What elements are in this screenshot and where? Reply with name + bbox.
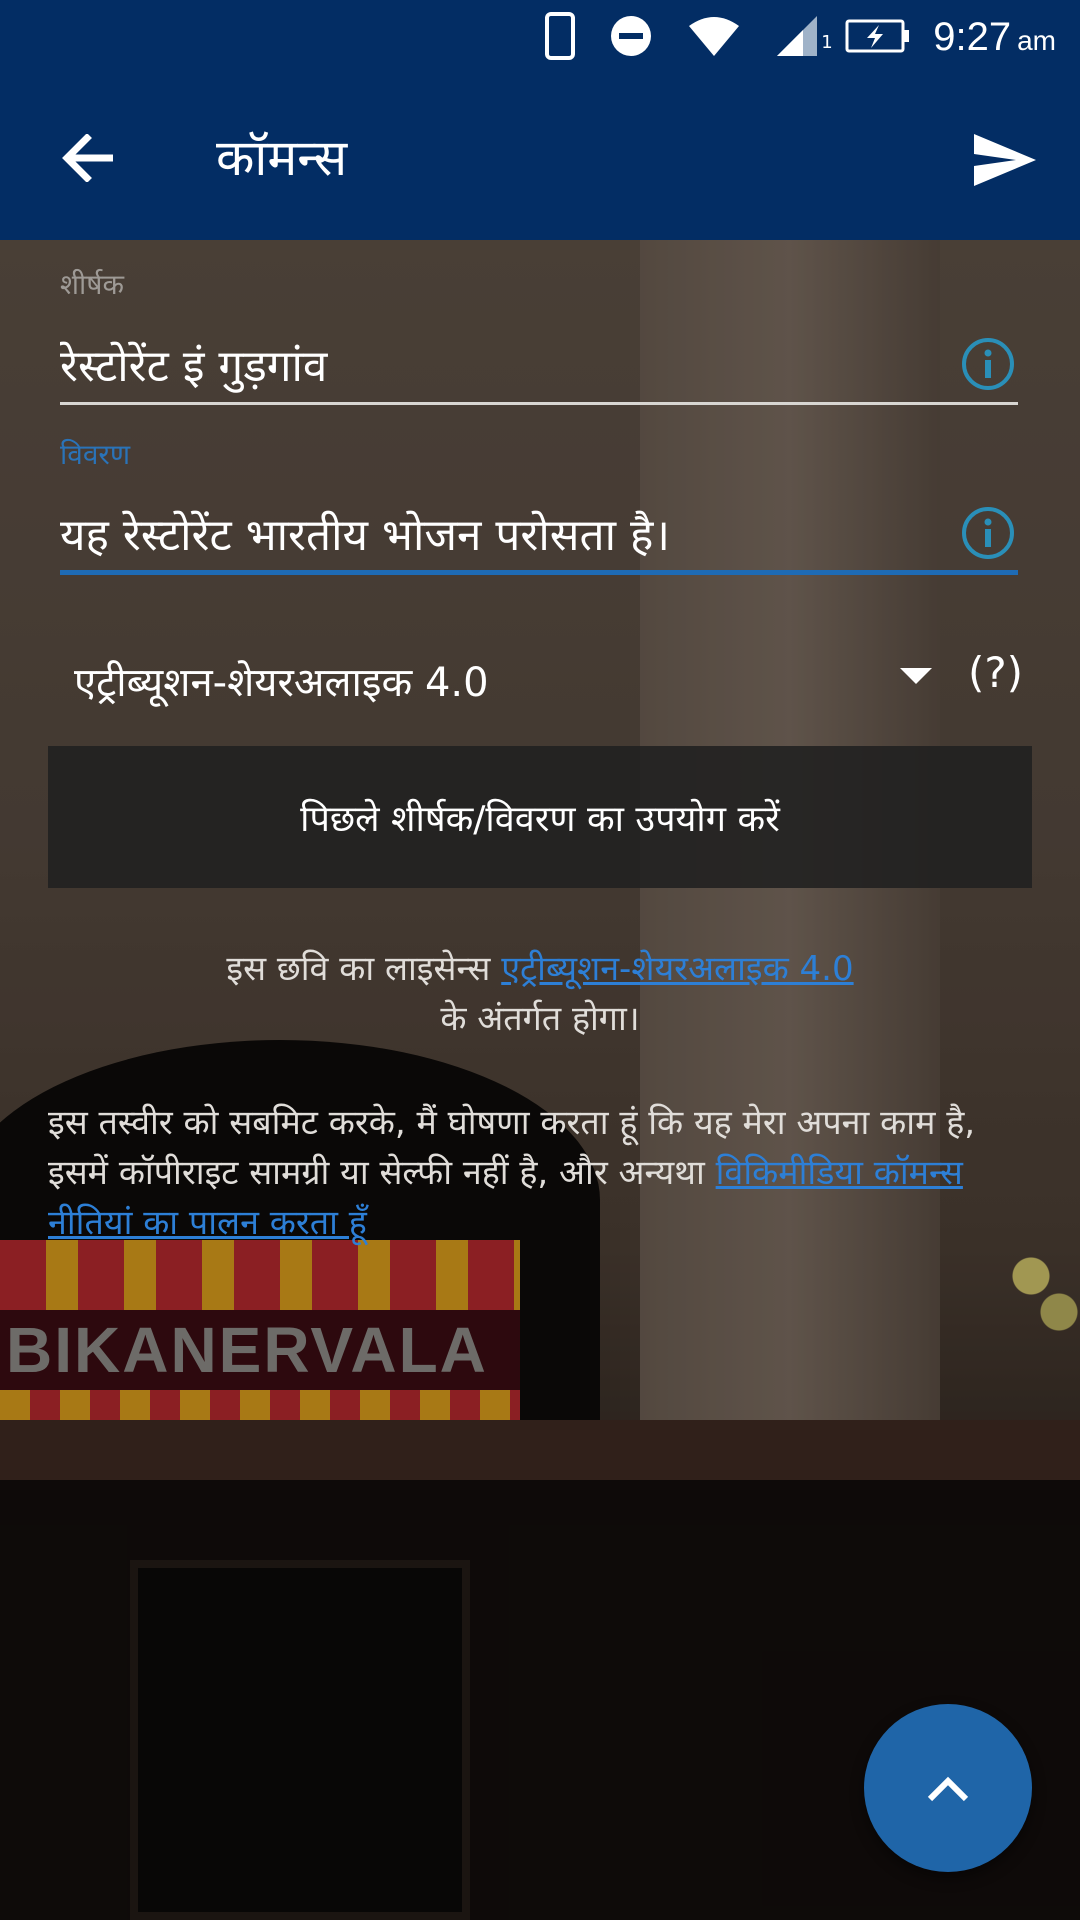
arrow-left-icon <box>62 134 113 182</box>
dropdown-arrow-icon <box>900 668 932 684</box>
license-note: इस छवि का लाइसेन्स एट्रीब्यूशन-शेयरअलाइक… <box>60 944 1020 1044</box>
license-help-button[interactable]: (?) <box>968 648 1023 697</box>
license-note-suffix: के अंतर्गत होगा। <box>440 999 640 1039</box>
description-label: विवरण <box>60 438 131 471</box>
description-input[interactable] <box>60 495 1018 575</box>
sim-slot-label: 1 <box>821 31 833 53</box>
dnd-icon <box>609 14 653 62</box>
back-button[interactable] <box>44 115 130 201</box>
app-bar: कॉमन्स <box>0 75 1080 240</box>
expand-fab[interactable] <box>864 1704 1032 1872</box>
send-button[interactable] <box>960 115 1050 205</box>
phone-icon <box>545 11 576 64</box>
photo-scrim <box>0 240 1080 1920</box>
title-label: शीर्षक <box>60 268 124 301</box>
title-input[interactable] <box>60 325 1018 405</box>
title-info-icon[interactable] <box>960 336 1016 392</box>
app-title: कॉमन्स <box>216 129 348 187</box>
chevron-up-icon <box>927 1776 969 1802</box>
battery-charging-icon <box>845 19 911 57</box>
license-selected-value: एट्रीब्यूशन-शेयरअलाइक 4.0 <box>74 659 489 706</box>
license-note-prefix: इस छवि का लाइसेन्स <box>226 949 502 989</box>
signal-icon: 1 <box>775 14 833 62</box>
status-time-value: 9:27 <box>933 15 1012 59</box>
license-dropdown[interactable]: एट्रीब्यूशन-शेयरअलाइक 4.0 <box>60 640 940 720</box>
license-link[interactable]: एट्रीब्यूशन-शेयरअलाइक 4.0 <box>501 949 853 989</box>
status-bar: 1 9:27 am <box>0 0 1080 75</box>
send-icon <box>974 134 1036 186</box>
status-time: 9:27 am <box>933 15 1056 60</box>
submission-declaration: इस तस्वीर को सबमिट करके, मैं घोषणा करता … <box>48 1098 1038 1248</box>
background-photo: BIKANERVALA <box>0 240 1080 1920</box>
use-previous-title-description-button[interactable]: पिछले शीर्षक/विवरण का उपयोग करें <box>48 746 1032 888</box>
wifi-icon <box>687 16 741 60</box>
status-time-ampm: am <box>1017 25 1056 56</box>
description-info-icon[interactable] <box>960 505 1016 561</box>
